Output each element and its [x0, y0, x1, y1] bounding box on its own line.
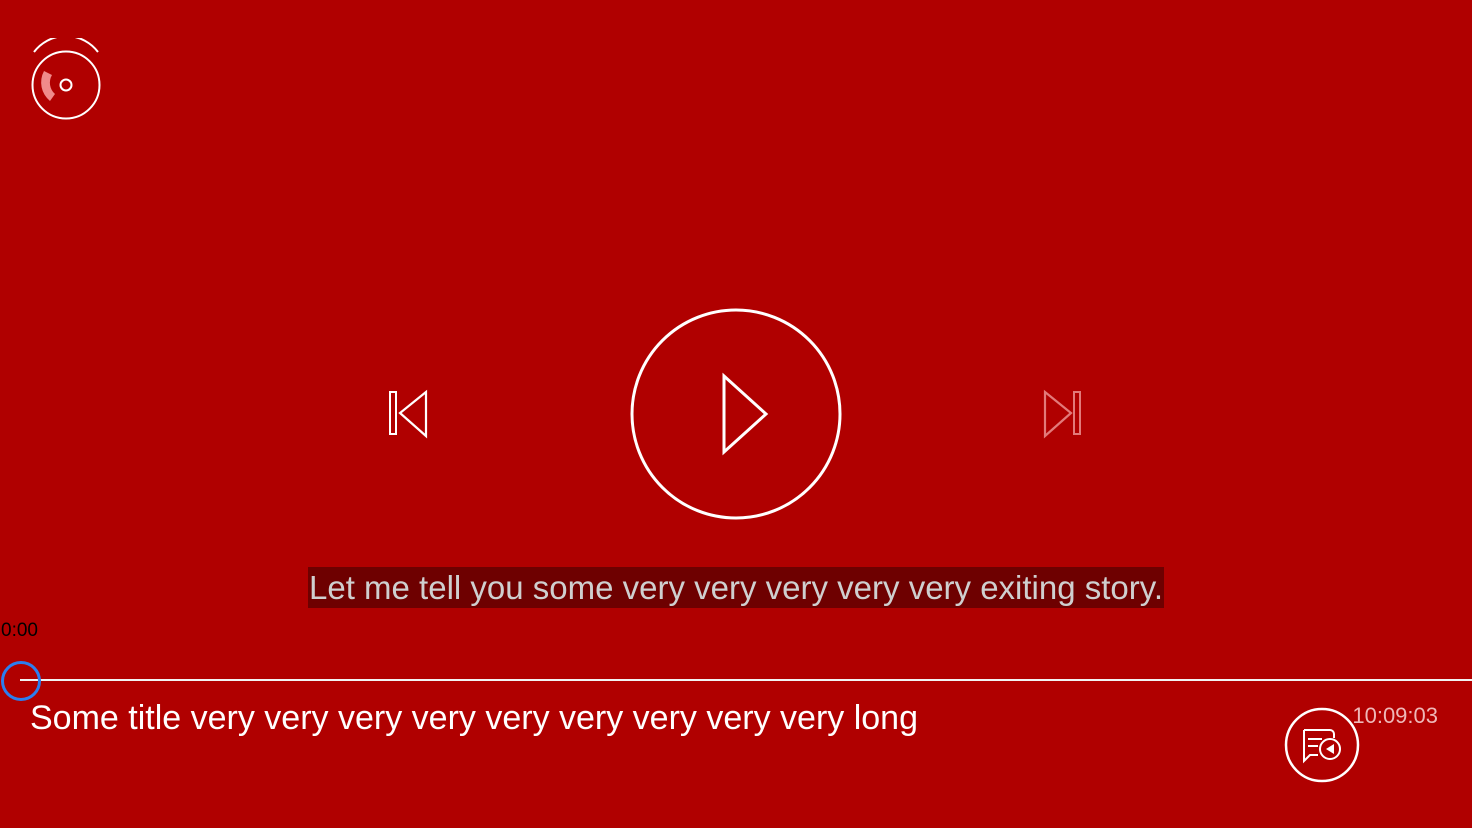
- previous-button[interactable]: [384, 386, 432, 442]
- player-screen: Let me tell you some very very very very…: [0, 0, 1472, 828]
- subtitles-audio-button[interactable]: [1282, 705, 1362, 785]
- progress-track[interactable]: [20, 679, 1472, 681]
- skip-next-icon: [1043, 389, 1081, 439]
- subtitle-text: Let me tell you some very very very very…: [308, 567, 1164, 608]
- skip-previous-icon: [389, 389, 428, 439]
- play-button[interactable]: [630, 308, 842, 520]
- subtitle-caption: Let me tell you some very very very very…: [0, 567, 1472, 608]
- total-time: 10:09:03: [1352, 703, 1438, 728]
- progress-thumb[interactable]: [1, 661, 41, 701]
- track-title: Some title very very very very very very…: [30, 699, 919, 737]
- play-icon: [630, 308, 842, 520]
- next-button[interactable]: [1038, 386, 1086, 442]
- subtitle-audio-icon: [1284, 707, 1360, 783]
- current-time: 0:00: [1, 620, 38, 641]
- disc-signal-icon[interactable]: [28, 35, 104, 122]
